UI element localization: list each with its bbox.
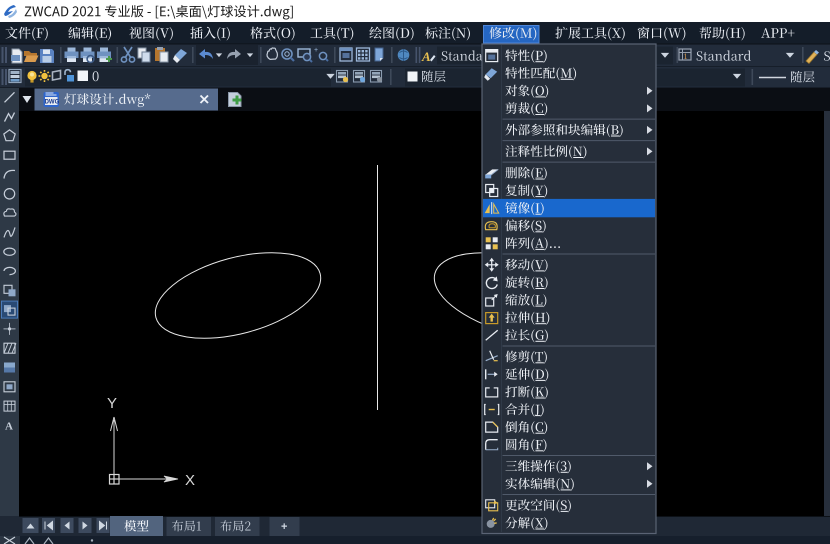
svg-text:1: 1	[684, 52, 688, 61]
svg-text:+: +	[281, 521, 287, 533]
svg-text:+: +	[314, 47, 318, 54]
svg-text:Y: Y	[107, 395, 117, 412]
svg-text:X: X	[185, 472, 195, 489]
svg-text:A: A	[421, 49, 431, 64]
svg-text:DWG: DWG	[45, 100, 60, 106]
svg-text:A: A	[5, 420, 13, 432]
